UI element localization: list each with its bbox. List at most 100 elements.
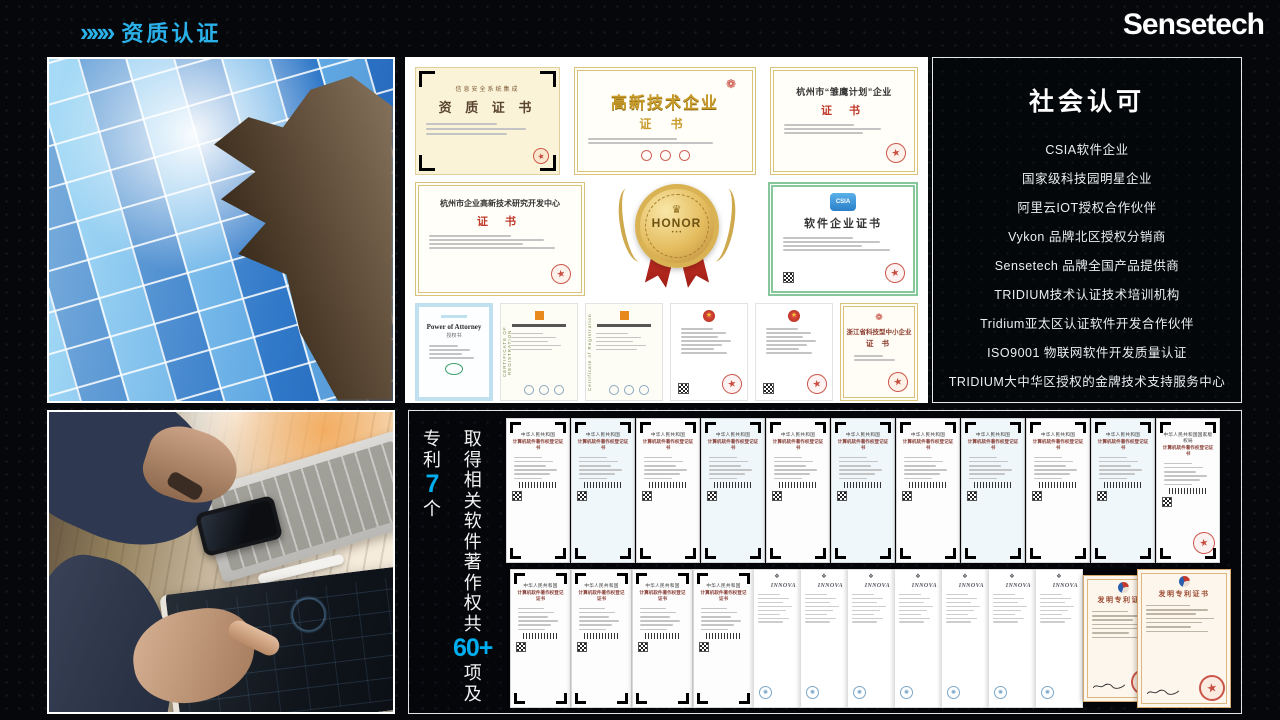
text-line-placeholder <box>514 478 542 480</box>
text-line-placeholder <box>640 608 666 610</box>
corner-ornament <box>739 573 750 584</box>
cert-body-lines <box>577 602 626 630</box>
corner-ornament <box>945 548 956 559</box>
text-line-placeholder <box>1040 610 1068 611</box>
text-line-placeholder <box>709 461 748 463</box>
text-line-placeholder <box>784 124 854 126</box>
corner-ornament <box>770 548 781 559</box>
cert-subtitle: 计算机软件著作权登记证书 <box>642 439 694 451</box>
cert-subtitle: 证 书 <box>844 338 914 349</box>
text-line-placeholder <box>899 598 930 599</box>
corner-ornament <box>945 422 956 433</box>
text-line-placeholder <box>1164 484 1192 486</box>
cert-body-lines <box>586 327 662 351</box>
cert-body-lines <box>993 589 1031 623</box>
text-line-placeholder <box>904 469 947 471</box>
barcode <box>523 633 558 639</box>
text-line-placeholder <box>514 461 553 463</box>
medal-dots: • • • <box>640 230 714 236</box>
text-line-placeholder <box>766 352 812 354</box>
social-panel-title: 社会认可 <box>933 82 1241 118</box>
text-line-placeholder <box>805 602 830 603</box>
text-line-placeholder <box>1034 461 1073 463</box>
copyright-certificate: 中华人民共和国计算机软件著作权登记证书 <box>571 418 635 563</box>
text-line-placeholder <box>758 594 780 595</box>
text-line-placeholder <box>805 610 833 611</box>
text-line-placeholder <box>429 349 470 351</box>
copyright-certificate: 中华人民共和国计算机软件著作权登记证书 <box>1026 418 1090 563</box>
cert-body-lines <box>773 231 913 251</box>
copyright-certificate: 中华人民共和国计算机软件著作权登记证书 <box>510 569 571 708</box>
text-line-placeholder <box>644 469 687 471</box>
text-line-placeholder <box>854 359 895 361</box>
text-line-placeholder <box>1146 618 1214 620</box>
text-line-placeholder <box>852 606 886 607</box>
cert-body-lines <box>577 451 629 479</box>
cert-subtitle: 证 书 <box>578 115 752 132</box>
coat-of-arms-icon: ❖ <box>758 574 796 581</box>
cert-side-text: CERTIFICATE OF REGISTRATION <box>502 308 512 396</box>
cert-body-lines <box>512 451 564 479</box>
cert-side-text: Certificate of Registration <box>587 308 592 396</box>
text-line-placeholder <box>993 618 1024 619</box>
cert-body-lines <box>772 451 824 479</box>
corner-ornament <box>770 422 781 433</box>
red-seal-stamp: ★ <box>805 372 829 396</box>
text-line-placeholder <box>426 128 526 130</box>
qr-code <box>772 491 782 501</box>
corner-ornament <box>1160 548 1171 559</box>
text-line-placeholder <box>596 333 628 335</box>
text-line-placeholder <box>805 598 836 599</box>
text-line-placeholder <box>783 241 880 243</box>
zhejiang-sme-certificate: ❁ 浙江省科技型中小企业 证 书 ★ <box>840 303 918 401</box>
corner-ornament <box>1095 548 1106 559</box>
vertical-text: 项及 <box>464 663 482 704</box>
corner-ornament <box>835 422 846 433</box>
barcode <box>706 633 741 639</box>
cert-body-lines <box>501 327 577 351</box>
text-line-placeholder <box>518 608 544 610</box>
text-line-placeholder <box>681 332 726 334</box>
corner-ornament <box>514 573 525 584</box>
text-line-placeholder <box>758 598 789 599</box>
corner-ornament <box>1160 422 1171 433</box>
innovation-patent-certificate: ❖INNOVA✺ <box>1035 569 1083 708</box>
iso-registration-certificate: Certificate of Registration <box>585 303 663 401</box>
cert-body-lines <box>642 451 694 479</box>
quality-certificate: 信息安全系统集成 资 质 证 书 ★ <box>415 67 560 175</box>
text-line-placeholder <box>758 606 792 607</box>
copyright-certificate: 中华人民共和国计算机软件著作权登记证书 <box>766 418 830 563</box>
text-line-placeholder <box>681 348 714 350</box>
social-list-item: TRIDIUM技术认证技术培训机构 <box>933 281 1241 310</box>
text-line-placeholder <box>579 612 615 614</box>
text-line-placeholder <box>640 629 667 631</box>
text-line-placeholder <box>946 598 977 599</box>
corner-ornament <box>1075 548 1086 559</box>
text-line-placeholder <box>805 594 827 595</box>
barcode <box>645 633 680 639</box>
cert-body-lines <box>671 322 747 354</box>
corner-ornament <box>750 548 761 559</box>
text-line-placeholder <box>899 621 924 622</box>
text-line-placeholder <box>758 610 786 611</box>
text-line-placeholder <box>1164 479 1200 481</box>
cert-body-lines <box>756 322 832 354</box>
text-line-placeholder <box>1146 605 1190 607</box>
qr-code <box>1097 491 1107 501</box>
medal-circle: ♛ HONOR • • • <box>635 184 719 268</box>
cert-title: 发明专利证书 <box>1144 589 1224 599</box>
text-line-placeholder <box>774 457 802 459</box>
cert-subtitle: 计算机软件著作权登记证书 <box>707 439 759 451</box>
corner-ornament <box>514 693 525 704</box>
red-seal-stamp: ★ <box>549 262 573 286</box>
red-seal-stamp: ★ <box>883 261 907 285</box>
text-line-placeholder <box>852 614 874 615</box>
corner-ornament <box>636 573 647 584</box>
text-line-placeholder <box>946 602 971 603</box>
barcode <box>584 633 619 639</box>
copyright-stat-column: 取得相关软件著作权共 60+ 项及 <box>453 429 492 704</box>
text-line-placeholder <box>969 473 1005 475</box>
corner-ornament <box>555 422 566 433</box>
text-line-placeholder <box>1099 465 1131 467</box>
corner-ornament <box>900 548 911 559</box>
